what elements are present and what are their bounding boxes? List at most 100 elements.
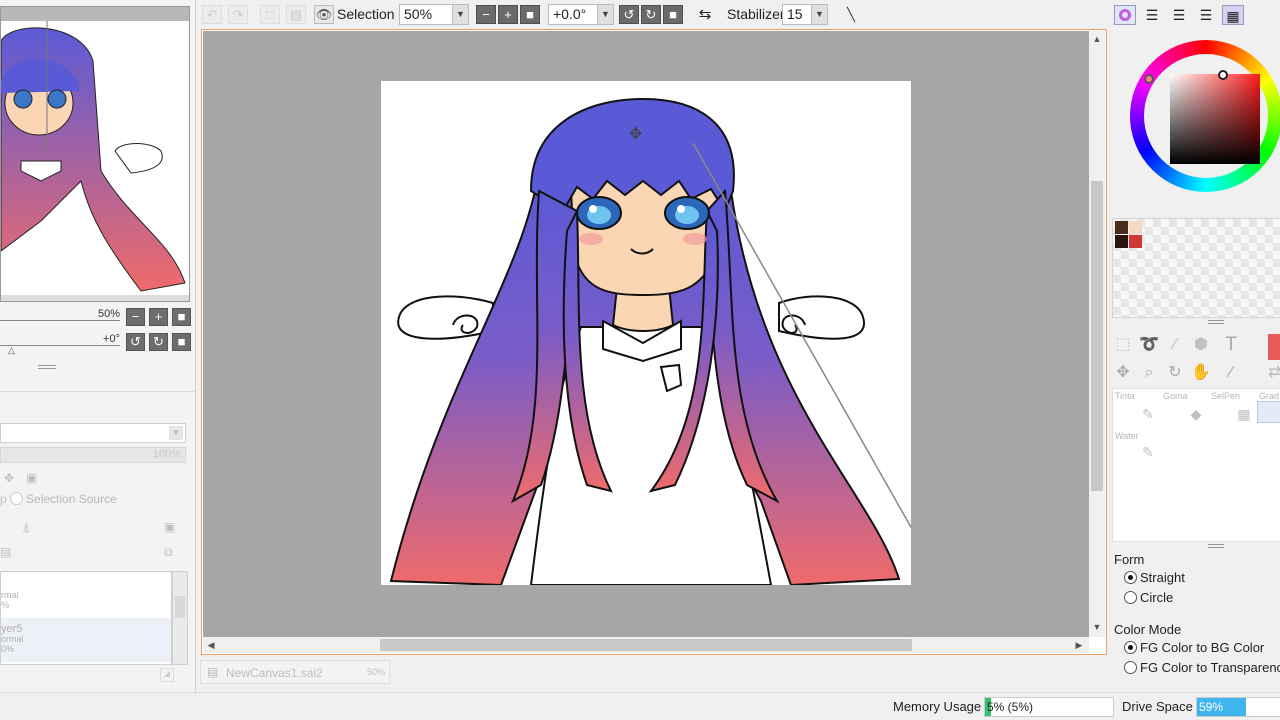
rotate-reset-button[interactable]: ■ bbox=[663, 5, 683, 24]
eraser-icon[interactable]: ◆ bbox=[1185, 403, 1207, 425]
zoom-in-button[interactable]: + bbox=[149, 308, 168, 326]
undo-button[interactable]: ↶ bbox=[202, 5, 222, 24]
swatch[interactable] bbox=[1129, 235, 1142, 248]
color-mode-option-fg-transparent[interactable]: FG Color to Transparenc bbox=[1124, 660, 1280, 678]
mixer-icon[interactable]: ☰ bbox=[1195, 5, 1217, 25]
rotate-right-button[interactable]: ↻ bbox=[149, 333, 168, 351]
eyedropper-icon[interactable]: ⁄ bbox=[1220, 362, 1242, 384]
navigator-scrollbar[interactable] bbox=[1, 295, 189, 301]
hsv-slider-icon[interactable]: ☰ bbox=[1168, 5, 1190, 25]
redo-button[interactable]: ↷ bbox=[228, 5, 248, 24]
brush-list[interactable]: Tinta Goma SelPen Grad Water ✎ ◆ ▦ ✎ bbox=[1112, 388, 1280, 542]
zoom-reset-button[interactable]: ■ bbox=[520, 5, 540, 24]
brush-label: Water bbox=[1115, 431, 1139, 441]
scroll-up-icon[interactable]: ▲ bbox=[1089, 31, 1105, 47]
swatch-mode-icon[interactable]: ▦ bbox=[1222, 5, 1244, 25]
flip-horizontal-button[interactable]: ⇆ bbox=[695, 5, 715, 24]
vertical-scroll-thumb[interactable] bbox=[1091, 181, 1103, 491]
scroll-right-icon[interactable]: ▶ bbox=[1071, 637, 1087, 653]
radio-straight[interactable] bbox=[1124, 571, 1137, 584]
move-icon[interactable]: ✥ bbox=[4, 471, 14, 485]
straight-line-button[interactable]: ╲ bbox=[841, 5, 861, 24]
blend-mode-select[interactable]: ▼ bbox=[0, 423, 186, 443]
zoom-slider[interactable] bbox=[0, 320, 120, 321]
select-pen-icon[interactable]: ⬢ bbox=[1190, 334, 1212, 356]
color-picker-handle[interactable] bbox=[1218, 70, 1228, 80]
swatch[interactable] bbox=[1129, 221, 1142, 234]
layer-mask-icon[interactable]: ▣ bbox=[164, 520, 175, 534]
rect-select-icon[interactable]: ⬚ bbox=[1112, 334, 1134, 356]
layer-item-layer5[interactable]: yer5 ormal 0% bbox=[1, 618, 171, 662]
selection-visibility-button[interactable]: 👁 bbox=[314, 5, 334, 24]
delete-layer-icon[interactable]: ▤ bbox=[0, 545, 11, 559]
rotation-select[interactable]: +0.0° ▼ bbox=[548, 4, 614, 25]
scroll-left-icon[interactable]: ◀ bbox=[203, 637, 219, 653]
swatch[interactable] bbox=[1115, 221, 1128, 234]
file-tab-zoom: 50% bbox=[366, 667, 385, 677]
water-brush-icon[interactable]: ✎ bbox=[1137, 441, 1159, 463]
current-color-swatch[interactable] bbox=[1268, 334, 1280, 360]
swatch[interactable] bbox=[1115, 235, 1128, 248]
artwork-canvas[interactable]: ✥ bbox=[381, 81, 911, 585]
hue-picker-handle[interactable] bbox=[1144, 74, 1154, 84]
radio-circle[interactable] bbox=[1124, 591, 1137, 604]
navigator-panel[interactable] bbox=[0, 6, 190, 302]
zoom-out-button[interactable]: − bbox=[476, 5, 496, 24]
selection-source-radio[interactable] bbox=[10, 492, 24, 505]
panel-grip[interactable] bbox=[38, 365, 56, 369]
color-mode-option-fg-bg[interactable]: FG Color to BG Color bbox=[1124, 640, 1264, 658]
lock-icon[interactable]: ▣ bbox=[26, 471, 37, 485]
gradient-tool-selected[interactable] bbox=[1257, 401, 1280, 423]
scroll-thumb[interactable] bbox=[175, 596, 185, 618]
radio-fg-to-bg[interactable] bbox=[1124, 641, 1137, 654]
stabilizer-select[interactable]: 15 ▼ bbox=[782, 4, 828, 25]
horizontal-scroll-thumb[interactable] bbox=[380, 639, 912, 651]
zoom-reset-button[interactable]: ■ bbox=[172, 308, 191, 326]
form-option-straight[interactable]: Straight bbox=[1124, 570, 1185, 588]
rotate-right-button[interactable]: ↻ bbox=[641, 5, 661, 24]
layer-opacity-bar[interactable]: 100% bbox=[0, 447, 186, 463]
selection-pen-icon[interactable]: ▦ bbox=[1233, 403, 1255, 425]
form-option-circle[interactable]: Circle bbox=[1124, 590, 1173, 608]
lasso-icon[interactable]: ➰ bbox=[1138, 334, 1160, 356]
navigator-thumbnail[interactable] bbox=[1, 21, 189, 295]
deselect-button[interactable]: □ bbox=[260, 5, 280, 24]
file-tab[interactable]: ▤ NewCanvas1.sai2 50% bbox=[200, 660, 390, 684]
panel-grip[interactable] bbox=[1208, 320, 1224, 324]
rotation-slider[interactable] bbox=[0, 345, 120, 346]
rotation-slider-handle[interactable]: △ bbox=[8, 345, 15, 356]
zoom-tool-icon[interactable]: ⌕ bbox=[1138, 362, 1160, 384]
text-tool-icon[interactable]: T bbox=[1220, 334, 1242, 356]
rotate-reset-button[interactable]: ■ bbox=[172, 333, 191, 351]
invert-selection-button[interactable]: ▧ bbox=[286, 5, 306, 24]
rgb-slider-icon[interactable]: ☰ bbox=[1141, 5, 1163, 25]
zoom-out-button[interactable]: − bbox=[126, 308, 145, 326]
color-wheel-mode-icon[interactable] bbox=[1114, 5, 1136, 25]
panel-resize-icon[interactable]: ◢ bbox=[160, 668, 174, 682]
radio-fg-to-transparent[interactable] bbox=[1124, 661, 1137, 674]
rotate-tool-icon[interactable]: ↻ bbox=[1164, 362, 1186, 384]
canvas-viewport[interactable]: ✥ bbox=[203, 31, 1089, 637]
panel-grip[interactable] bbox=[1208, 544, 1224, 548]
move-tool-icon[interactable]: ✥ bbox=[1112, 362, 1134, 384]
zoom-in-button[interactable]: + bbox=[498, 5, 518, 24]
magic-wand-icon[interactable]: ⁄ bbox=[1164, 334, 1186, 356]
rotate-left-button[interactable]: ↺ bbox=[126, 333, 145, 351]
selection-source-option[interactable]: p Selection Source bbox=[0, 492, 117, 506]
layer-list[interactable]: rmal % yer5 ormal 0% bbox=[0, 571, 172, 665]
layer-item[interactable]: rmal % bbox=[1, 590, 171, 610]
canvas-horizontal-scrollbar[interactable]: ◀ ▶ bbox=[203, 637, 1089, 653]
color-wheel[interactable] bbox=[1130, 30, 1280, 206]
hand-tool-icon[interactable]: ✋ bbox=[1190, 362, 1212, 384]
scroll-down-icon[interactable]: ▼ bbox=[1089, 619, 1105, 635]
zoom-select[interactable]: 50% ▼ bbox=[399, 4, 469, 25]
swap-icon[interactable]: ⇄ bbox=[1268, 362, 1280, 384]
saturation-value-square[interactable] bbox=[1170, 74, 1260, 164]
brush-icon[interactable]: ✎ bbox=[1137, 403, 1159, 425]
layer-list-scrollbar[interactable] bbox=[172, 571, 188, 665]
rotate-left-button[interactable]: ↺ bbox=[619, 5, 639, 24]
new-layer-icon[interactable]: ⍋ bbox=[22, 519, 30, 536]
merge-layer-icon[interactable]: ⧉ bbox=[164, 545, 173, 560]
canvas-vertical-scrollbar[interactable]: ▲ ▼ bbox=[1089, 31, 1105, 637]
swatch-panel[interactable] bbox=[1112, 218, 1280, 318]
